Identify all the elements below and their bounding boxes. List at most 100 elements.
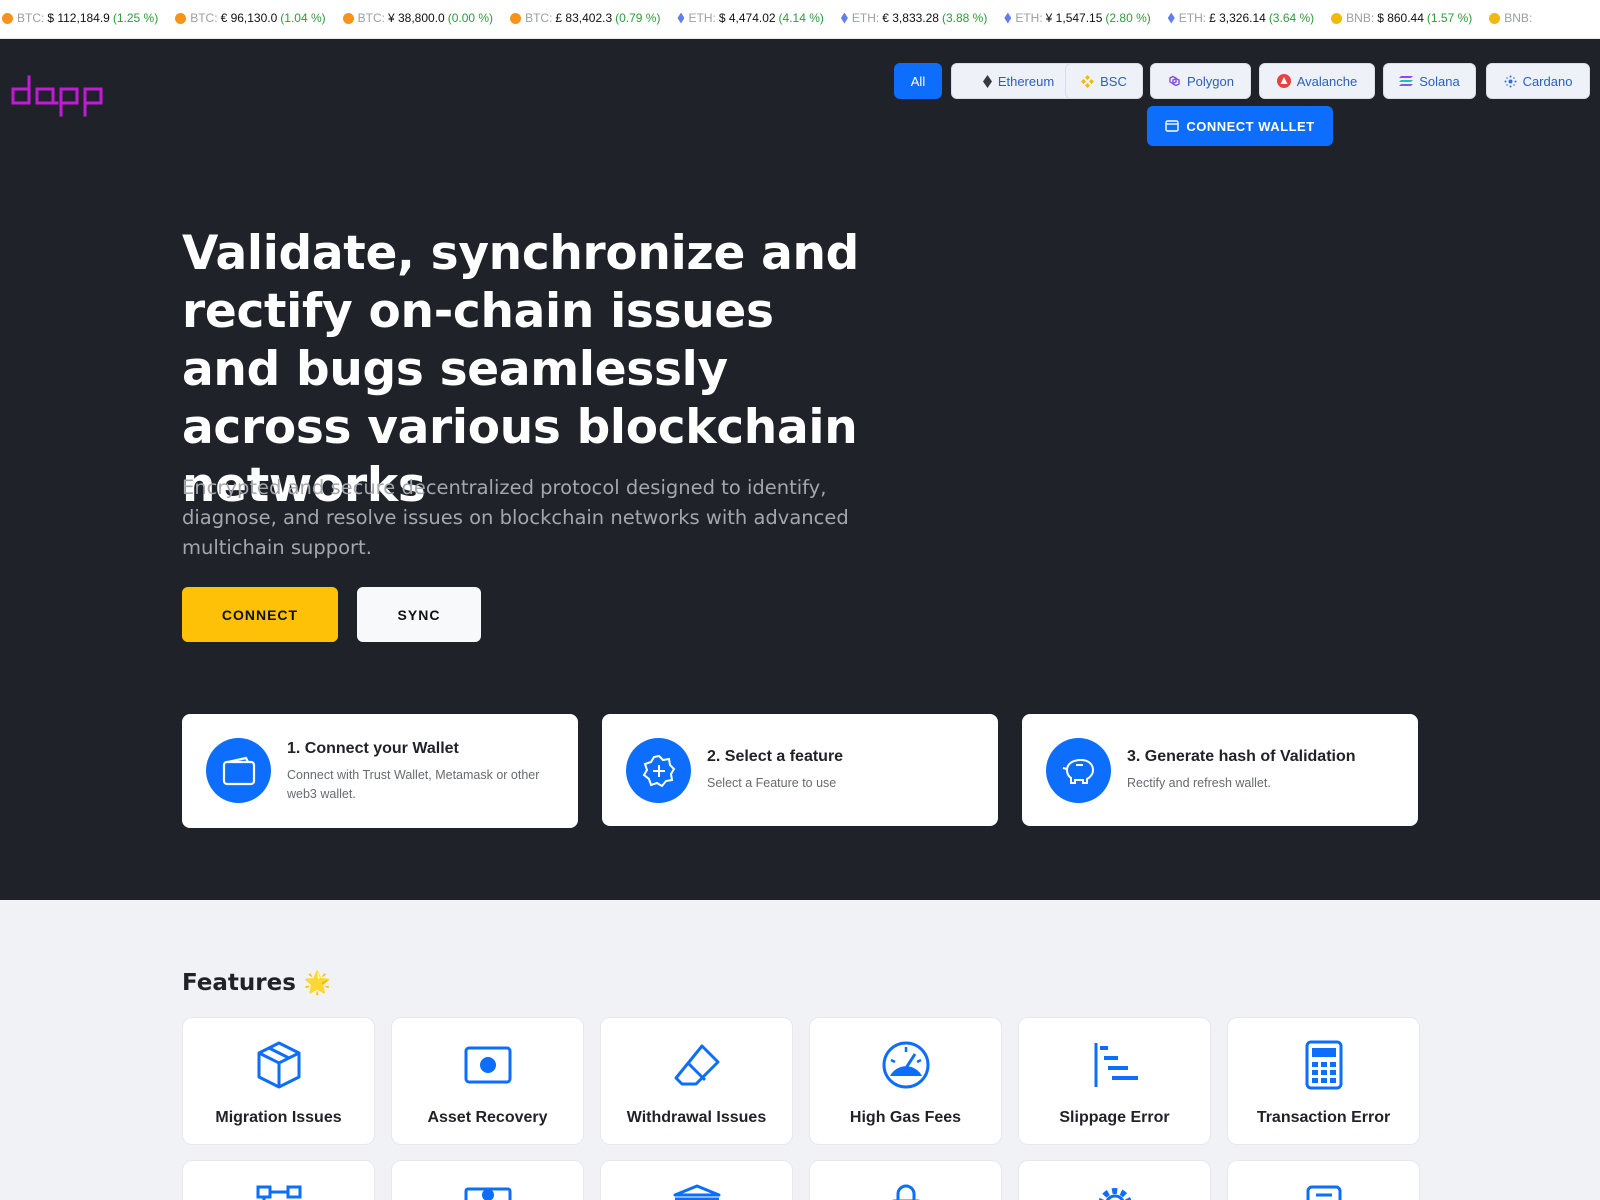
ticker-item: ETH: ¥ 1,547.15 (2.80 %) (1004, 11, 1151, 25)
ticker-change: (1.25 %) (112, 11, 159, 25)
connect-button[interactable]: CONNECT (182, 587, 338, 642)
ticker-change: (1.04 %) (280, 11, 326, 25)
chain-filter-bsc[interactable]: BSC (1065, 63, 1143, 99)
cardano-icon (1504, 75, 1517, 88)
step-icon-circle (1046, 738, 1111, 803)
feature-label: High Gas Fees (849, 1109, 962, 1126)
feature-card-withdrawal[interactable]: Withdrawal Issues (600, 1017, 793, 1145)
chain-label: Solana (1419, 73, 1460, 89)
feature-label: Withdrawal Issues (626, 1109, 767, 1126)
feature-card-row2[interactable] (182, 1160, 375, 1200)
feature-card-migration[interactable]: Migration Issues (182, 1017, 375, 1145)
connect-wallet-button[interactable]: CONNECT WALLET (1147, 106, 1333, 146)
box-icon (257, 1041, 300, 1089)
bank-icon (673, 1184, 720, 1200)
ticker-change: (4.14 %) (778, 11, 824, 25)
chain-label: BSC (1100, 73, 1127, 89)
ticker-item: ETH: € 3,833.28 (3.88 %) (840, 11, 988, 25)
bsc-icon (1081, 74, 1095, 88)
step-icon-circle (626, 738, 691, 803)
step-card-select[interactable]: 2. Select a feature Select a Feature to … (602, 714, 998, 826)
solana-icon (1399, 75, 1414, 87)
step-title: 2. Select a feature (707, 748, 844, 765)
ethereum-icon (982, 74, 992, 88)
feature-label: Migration Issues (215, 1109, 342, 1126)
diagram-icon (256, 1185, 301, 1200)
bnb-coin-icon (1331, 12, 1343, 24)
piggy-bank-icon (1062, 758, 1094, 784)
ticker-price: $ 860.44 (1377, 11, 1424, 25)
chain-label: Polygon (1187, 73, 1234, 89)
ticker-price: ¥ 1,547.15 (1045, 11, 1103, 25)
step-desc: Select a Feature to use (707, 776, 837, 790)
ticker-item: BTC: $ 112,184.9 (1.25 %) (2, 11, 158, 25)
feature-card-row2[interactable] (391, 1160, 584, 1200)
btc-coin-icon (342, 12, 354, 24)
ticker-track: BTC: $ 112,184.9 (1.25 %) BTC: € 96,130.0 (1.… (2, 11, 1555, 25)
ticker-change: (0.79 %) (615, 11, 661, 25)
step-title: 1. Connect your Wallet (287, 740, 459, 757)
feature-card-row2[interactable] (1227, 1160, 1420, 1200)
feature-card-row2[interactable] (1018, 1160, 1211, 1200)
chain-filter-solana[interactable]: Solana (1383, 63, 1476, 99)
lock-icon (891, 1184, 920, 1200)
feature-label: Asset Recovery (427, 1109, 548, 1126)
connect-wallet-label: CONNECT WALLET (1186, 118, 1315, 134)
speedometer-icon (882, 1041, 929, 1089)
chain-label: Avalanche (1296, 73, 1358, 89)
ticker-symbol: BTC: (17, 11, 45, 25)
ticker-item: BNB: $ 860.44 (1.57 %) (1331, 11, 1472, 25)
bnb-coin-icon (1489, 12, 1501, 24)
ticker-symbol: BNB: (1346, 11, 1375, 25)
dapp-logo[interactable] (11, 75, 103, 121)
btc-coin-icon (510, 12, 522, 24)
ticker-change: (3.88 %) (941, 11, 988, 25)
ticker-price: ¥ 38,800.0 (387, 11, 445, 25)
feature-card-asset-recovery[interactable]: Asset Recovery (391, 1017, 584, 1145)
features-heading: Features 🌟 (182, 970, 331, 996)
ticker-change: (1.57 %) (1426, 11, 1473, 25)
step-desc: Connect with Trust Wallet, Metamask or o… (287, 768, 540, 801)
ticker-item: BTC: £ 83,402.3 (0.79 %) (510, 11, 660, 25)
feature-card-transaction[interactable]: Transaction Error (1227, 1017, 1420, 1145)
sort-bars-icon (1094, 1043, 1138, 1087)
chain-label: Cardano (1522, 73, 1573, 89)
feature-card-slippage[interactable]: Slippage Error (1018, 1017, 1211, 1145)
star-emoji-icon: 🌟 (303, 970, 332, 996)
calculator-icon (1305, 1040, 1342, 1090)
hero-headline: Validate, synchronize and rectify on-cha… (182, 226, 860, 513)
ticker-item: ETH: £ 3,326.14 (3.64 %) (1167, 11, 1314, 25)
feature-card-row2[interactable] (809, 1160, 1002, 1200)
features-title: Features (182, 970, 296, 996)
chain-filter-polygon[interactable]: Polygon (1150, 63, 1251, 99)
eth-coin-icon (677, 12, 685, 24)
sync-button[interactable]: SYNC (357, 587, 481, 642)
ticker-symbol: BTC: (525, 11, 553, 25)
feature-label: Transaction Error (1256, 1109, 1391, 1126)
ticker-price: $ 112,184.9 (47, 11, 110, 25)
ticker-symbol: BNB: (1504, 11, 1533, 25)
step-icon-circle (206, 738, 271, 803)
step-card-connect[interactable]: 1. Connect your Wallet Connect with Trus… (182, 714, 578, 828)
btc-coin-icon (2, 12, 13, 24)
record-icon (464, 1046, 511, 1084)
chain-filter-cardano[interactable]: Cardano (1486, 63, 1590, 99)
ticker-item: BNB: (1489, 11, 1538, 25)
polygon-icon (1167, 75, 1181, 87)
chain-label: Ethereum (997, 73, 1055, 89)
hero-section: All Ethereum BSC Polygon Avalanche Solana Card… (0, 39, 1600, 900)
step-card-generate[interactable]: 3. Generate hash of Validation Rectify a… (1022, 714, 1418, 826)
price-ticker: BTC: $ 112,184.9 (1.25 %) BTC: € 96,130.0 (1.… (0, 0, 1600, 39)
cash-icon (464, 1187, 511, 1200)
ticker-item: ETH: $ 4,474.02 (4.14 %) (677, 11, 824, 25)
feature-card-gas-fees[interactable]: High Gas Fees (809, 1017, 1002, 1145)
ticker-symbol: ETH: (851, 11, 880, 25)
ticker-price: $ 4,474.02 (718, 11, 776, 25)
feature-card-row2[interactable] (600, 1160, 793, 1200)
feature-label: Slippage Error (1059, 1109, 1170, 1126)
chain-filter-all[interactable]: All (894, 63, 942, 99)
step-title: 3. Generate hash of Validation (1127, 748, 1356, 765)
ticker-symbol: BTC: (190, 11, 218, 25)
chain-filter-avalanche[interactable]: Avalanche (1259, 63, 1375, 99)
ticker-symbol: ETH: (688, 11, 716, 25)
